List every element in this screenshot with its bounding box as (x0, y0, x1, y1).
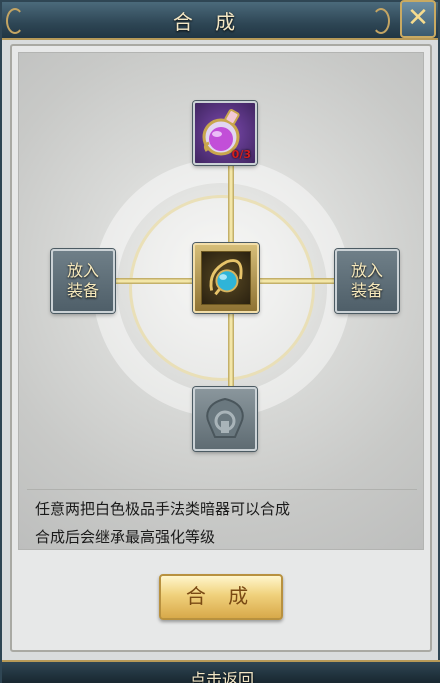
result-slot[interactable] (193, 243, 259, 313)
equipment-slot-left-label-2: 装备 (66, 281, 99, 300)
material-slot[interactable]: 0/3 (193, 101, 257, 165)
result-slot-inner (201, 251, 251, 305)
close-button[interactable]: ✕ (400, 0, 436, 38)
title-ornament-right (372, 8, 390, 34)
back-button[interactable]: 点击返回 (2, 666, 440, 683)
equipment-slot-left-label-1: 放入 (66, 261, 99, 280)
locked-slot[interactable] (193, 387, 257, 451)
divider (27, 489, 417, 490)
window-title: 合 成 (172, 10, 244, 34)
equipment-slot-left[interactable]: 放入 装备 (51, 249, 115, 313)
equipment-slot-right-label-2: 装备 (350, 281, 383, 300)
synthesis-window: 合 成 ✕ 0/3 放入 装备 放入 装备 任意两把白色极品手法类暗器可以合成 … (0, 0, 440, 683)
description-line-2: 合成后会继承最高强化等级 (35, 528, 216, 546)
hidden-weapon-gem-icon (209, 259, 243, 296)
equipment-slot-right[interactable]: 放入 装备 (335, 249, 399, 313)
title-bar: 合 成 (2, 2, 438, 40)
equipment-slot-right-label-1: 放入 (350, 261, 383, 280)
content-frame: 0/3 放入 装备 放入 装备 任意两把白色极品手法类暗器可以合成 合成后会继承… (10, 44, 432, 652)
synthesis-description: 任意两把白色极品手法类暗器可以合成 合成后会继承最高强化等级 (35, 495, 290, 551)
synthesis-panel: 0/3 放入 装备 放入 装备 任意两把白色极品手法类暗器可以合成 合成后会继承… (18, 52, 424, 550)
compose-button[interactable]: 合 成 (159, 574, 283, 620)
description-line-1: 任意两把白色极品手法类暗器可以合成 (35, 500, 291, 518)
material-count: 0/3 (231, 148, 251, 161)
bottom-bar: 点击返回 (2, 660, 440, 683)
lock-icon (206, 397, 244, 438)
